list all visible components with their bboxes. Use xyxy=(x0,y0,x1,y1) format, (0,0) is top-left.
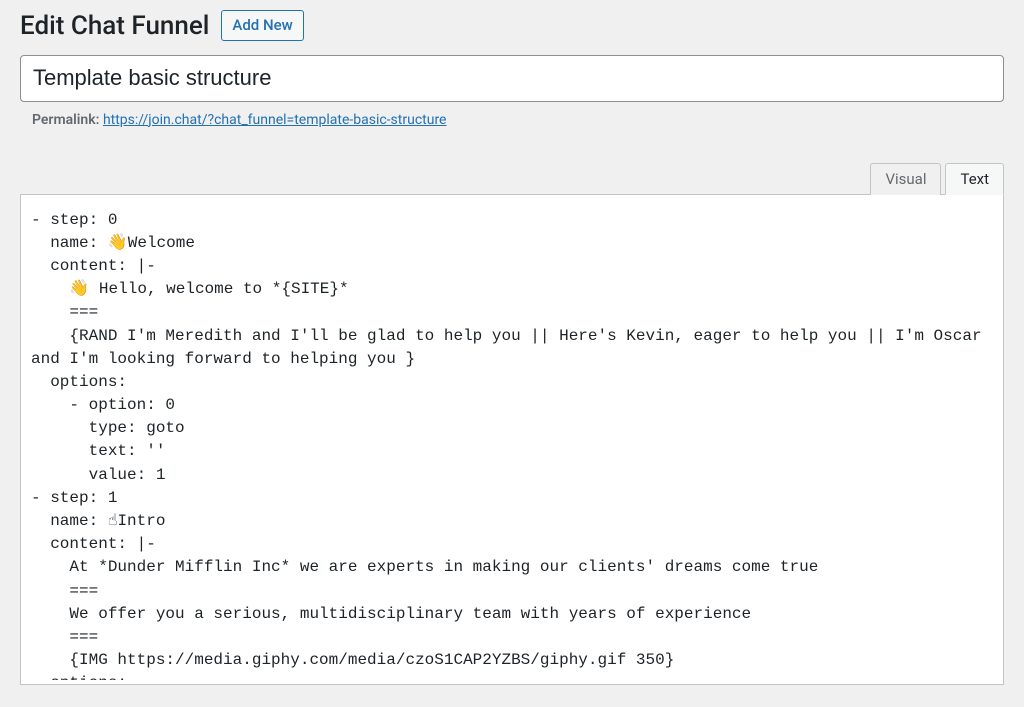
permalink-row: Permalink: https://join.chat/?chat_funne… xyxy=(20,112,1004,128)
editor-tabs: Visual Text xyxy=(20,162,1004,194)
editor-area: Visual Text xyxy=(20,162,1004,685)
add-new-button[interactable]: Add New xyxy=(221,10,303,41)
page-title: Edit Chat Funnel xyxy=(20,11,209,41)
tab-visual[interactable]: Visual xyxy=(870,163,941,195)
permalink-link[interactable]: https://join.chat/?chat_funnel=template-… xyxy=(103,112,447,128)
content-textarea[interactable] xyxy=(21,195,1003,680)
tab-text[interactable]: Text xyxy=(945,163,1004,195)
permalink-label: Permalink: xyxy=(32,112,99,128)
editor-box xyxy=(20,194,1004,685)
page-header: Edit Chat Funnel Add New xyxy=(20,10,1004,41)
post-title-input[interactable] xyxy=(20,55,1004,102)
